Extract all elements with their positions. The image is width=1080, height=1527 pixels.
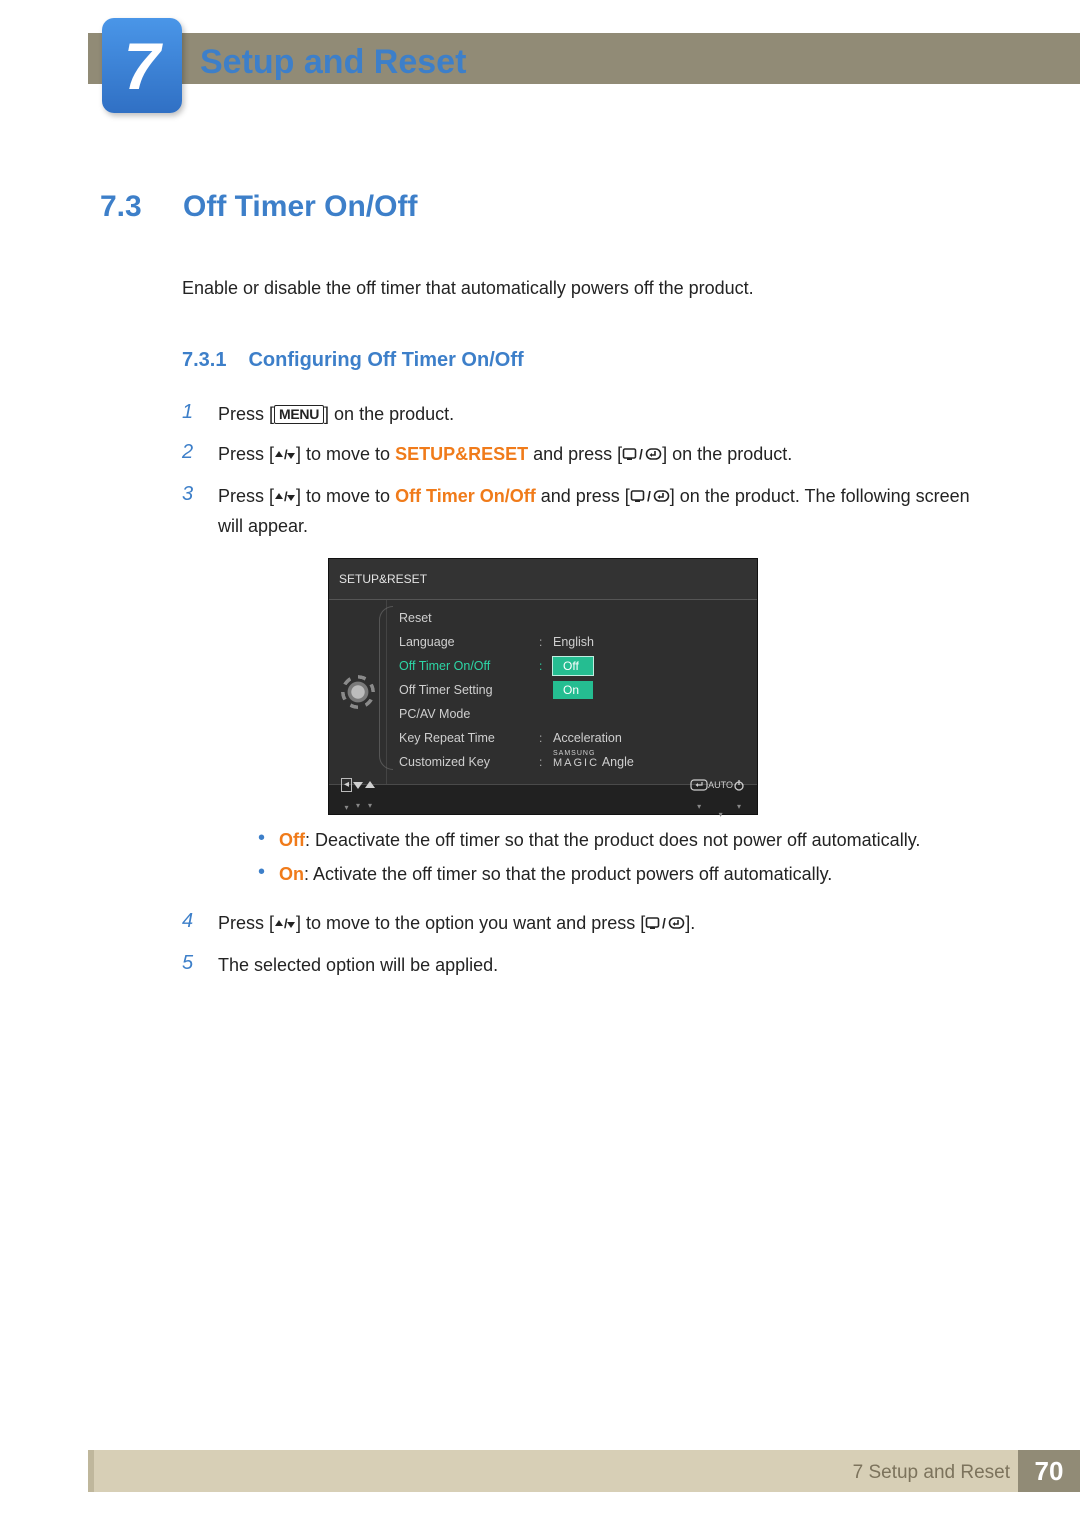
step-2: 2 Press [/] to move to SETUP&RESET and p… xyxy=(182,440,995,470)
up-down-icon: / xyxy=(274,911,296,939)
bullet-icon: • xyxy=(258,827,265,853)
highlight-offtimer: Off Timer On/Off xyxy=(395,486,536,506)
source-enter-icon: / xyxy=(645,911,685,939)
subsection-title: Configuring Off Timer On/Off xyxy=(248,349,523,372)
svg-text:/: / xyxy=(284,917,288,931)
bullet-icon: • xyxy=(258,861,265,887)
chapter-title: Setup and Reset xyxy=(200,43,466,82)
footer-label: 7 Setup and Reset xyxy=(853,1462,1010,1484)
section-title: Off Timer On/Off xyxy=(183,190,417,224)
body-area: 7.3 Off Timer On/Off Enable or disable t… xyxy=(100,190,995,991)
source-enter-icon: / xyxy=(630,484,670,512)
step-number: 4 xyxy=(182,909,200,933)
osd-row-reset: Reset xyxy=(399,606,757,630)
svg-text:/: / xyxy=(284,448,288,462)
osd-row-language: Language:English xyxy=(399,630,757,654)
step-text: Press [/] to move to Off Timer On/Off an… xyxy=(218,482,995,897)
osd-row-customkey: Customized Key: SAMSUNG MAGIC Angle xyxy=(399,750,757,774)
source-enter-icon: / xyxy=(622,442,662,470)
step-text: Press [/] to move to SETUP&RESET and pre… xyxy=(218,440,995,470)
menu-button-label: MENU xyxy=(274,405,324,424)
step-number: 2 xyxy=(182,440,200,464)
step-3: 3 Press [/] to move to Off Timer On/Off … xyxy=(182,482,995,897)
osd-panel: SETUP&RESET Reset Language:English Off T… xyxy=(328,558,758,815)
step-number: 1 xyxy=(182,400,200,424)
osd-title: SETUP&RESET xyxy=(329,559,757,600)
osd-footer-down-icon: ▾ xyxy=(352,780,364,820)
osd-footer-back-icon: ◂▾ xyxy=(341,778,352,822)
osd-row-pcav: PC/AV Mode xyxy=(399,702,757,726)
step-number: 3 xyxy=(182,482,200,506)
highlight-setupreset: SETUP&RESET xyxy=(395,444,528,464)
section-number: 7.3 xyxy=(100,190,155,224)
svg-text:/: / xyxy=(639,446,643,462)
osd-footer-enter-icon: ▾ xyxy=(690,779,708,821)
step-text: The selected option will be applied. xyxy=(218,951,995,979)
step-text: Press [/] to move to the option you want… xyxy=(218,909,995,939)
option-off: •Off: Deactivate the off timer so that t… xyxy=(258,827,995,853)
osd-curve-decoration xyxy=(379,606,393,770)
subsection-number: 7.3.1 xyxy=(182,349,226,372)
osd-customkey-value: SAMSUNG MAGIC Angle xyxy=(553,748,634,776)
svg-text:/: / xyxy=(284,490,288,504)
svg-text:/: / xyxy=(647,488,651,504)
up-down-icon: / xyxy=(274,484,296,512)
chapter-number: 7 xyxy=(124,28,161,104)
step-text: Press [MENU] on the product. xyxy=(218,400,995,428)
footer-left-accent xyxy=(88,1450,94,1492)
gear-icon xyxy=(345,679,371,705)
chapter-tab: 7 xyxy=(102,18,182,113)
options-list: •Off: Deactivate the off timer so that t… xyxy=(258,827,995,887)
section-intro: Enable or disable the off timer that aut… xyxy=(182,278,995,299)
osd-option-on: On xyxy=(553,676,593,704)
osd-row-offtimer: Off Timer On/Off: Off xyxy=(399,654,757,678)
svg-text:/: / xyxy=(662,915,666,931)
step-1: 1 Press [MENU] on the product. xyxy=(182,400,995,428)
osd-menu-column: Reset Language:English Off Timer On/Off:… xyxy=(387,600,757,784)
osd-footer-power-icon: ▾ xyxy=(733,779,745,821)
steps-list: 1 Press [MENU] on the product. 2 Press [… xyxy=(182,400,995,979)
step-5: 5 The selected option will be applied. xyxy=(182,951,995,979)
step-number: 5 xyxy=(182,951,200,975)
osd-row-keyrepeat: Key Repeat Time:Acceleration xyxy=(399,726,757,750)
osd-screenshot: SETUP&RESET Reset Language:English Off T… xyxy=(328,558,995,815)
up-down-icon: / xyxy=(274,442,296,470)
section-heading: 7.3 Off Timer On/Off xyxy=(100,190,995,224)
osd-footer: ◂▾ ▾ ▾ ▾ AUTO▾ ▾ xyxy=(329,784,757,814)
option-on: •On: Activate the off timer so that the … xyxy=(258,861,995,887)
osd-footer-up-icon: ▾ xyxy=(364,780,376,820)
subsection-heading: 7.3.1 Configuring Off Timer On/Off xyxy=(182,349,995,372)
step-4: 4 Press [/] to move to the option you wa… xyxy=(182,909,995,939)
page-number: 70 xyxy=(1018,1450,1080,1492)
